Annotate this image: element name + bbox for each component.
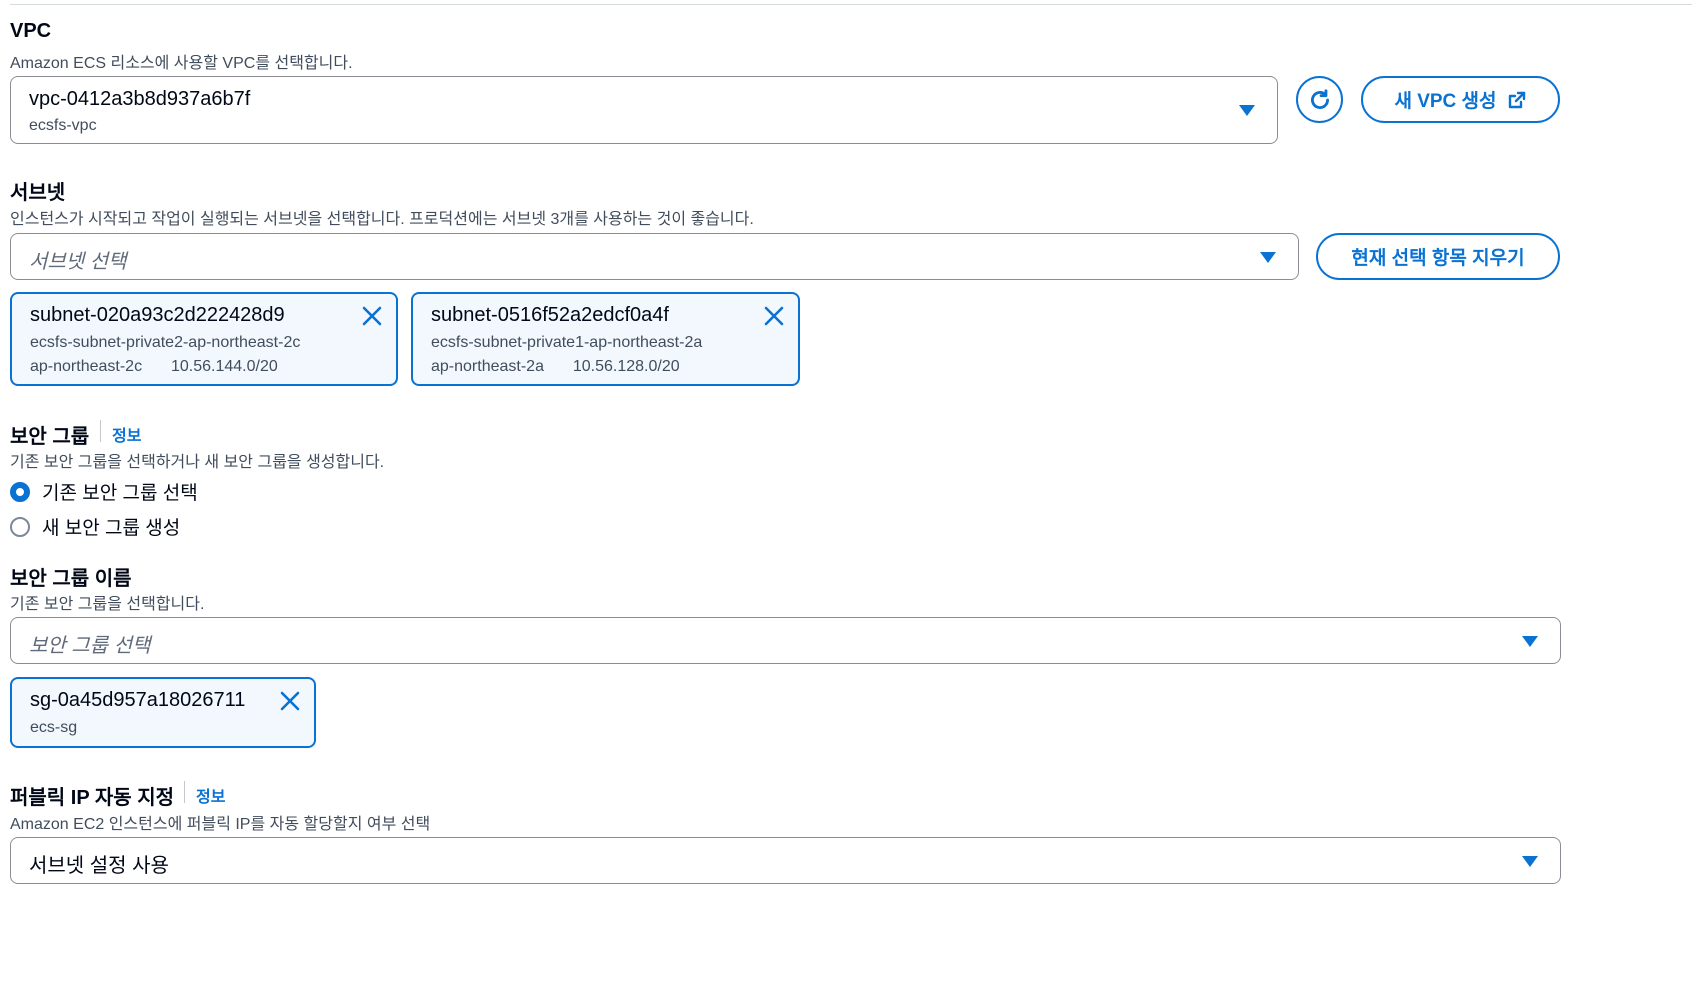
- security-group-name-description: 기존 보안 그룹을 선택합니다.: [10, 596, 205, 613]
- caret-down-icon: [1239, 105, 1255, 116]
- close-icon[interactable]: [360, 304, 384, 328]
- public-ip-info-link[interactable]: 정보: [196, 783, 225, 807]
- subnet-placeholder: 서브넷 선택: [29, 251, 127, 273]
- public-ip-select[interactable]: 서브넷 설정 사용: [10, 837, 1561, 884]
- subnet-token-az: ap-northeast-2c: [30, 358, 143, 375]
- security-group-description: 기존 보안 그룹을 선택하거나 새 보안 그룹을 생성합니다.: [10, 454, 385, 471]
- clear-selection-label: 현재 선택 항목 지우기: [1351, 248, 1525, 269]
- subnet-token-id: subnet-0516f52a2edcf0a4f: [431, 304, 669, 326]
- radio-new-security-group[interactable]: 새 보안 그룹 생성: [10, 513, 180, 540]
- subnet-token-cidr: 10.56.144.0/20: [170, 358, 278, 375]
- subnet-description: 인스턴스가 시작되고 작업이 실행되는 서브넷을 선택합니다. 프로덕션에는 서…: [10, 211, 754, 228]
- caret-down-icon: [1522, 856, 1538, 867]
- close-icon[interactable]: [278, 689, 302, 713]
- refresh-vpc-button[interactable]: [1296, 76, 1343, 123]
- security-group-info-link[interactable]: 정보: [112, 422, 141, 446]
- radio-label: 새 보안 그룹 생성: [42, 518, 181, 539]
- caret-down-icon: [1522, 636, 1538, 647]
- radio-label: 기존 보안 그룹 선택: [42, 483, 198, 504]
- external-link-icon: [1508, 91, 1525, 108]
- subnet-token-details: ap-northeast-2c 10.56.144.0/20: [30, 358, 278, 376]
- vpc-selected-id: vpc-0412a3b8d937a6b7f: [29, 88, 251, 110]
- vpc-selected-name: ecsfs-vpc: [29, 117, 97, 134]
- security-group-label: 보안 그룹: [10, 426, 90, 448]
- public-ip-label: 퍼블릭 IP 자동 지정: [10, 787, 175, 809]
- public-ip-description: Amazon EC2 인스턴스에 퍼블릭 IP를 자동 할당할지 여부 선택: [10, 816, 431, 833]
- top-divider: [10, 4, 1692, 5]
- subnet-token: subnet-020a93c2d222428d9 ecsfs-subnet-pr…: [10, 292, 398, 386]
- clear-selection-button[interactable]: 현재 선택 항목 지우기: [1316, 233, 1560, 280]
- close-icon[interactable]: [762, 304, 786, 328]
- subnet-token-details: ap-northeast-2a 10.56.128.0/20: [431, 358, 680, 376]
- refresh-icon: [1310, 88, 1329, 109]
- create-vpc-button[interactable]: 새 VPC 생성: [1361, 76, 1560, 123]
- security-group-token-name: ecs-sg: [30, 719, 78, 736]
- subnet-select[interactable]: 서브넷 선택: [10, 233, 1299, 280]
- subnet-label: 서브넷: [10, 182, 66, 204]
- security-group-name-label: 보안 그룹 이름: [10, 568, 132, 590]
- vpc-description: Amazon ECS 리소스에 사용할 VPC를 선택합니다.: [10, 55, 353, 72]
- subnet-token-name: ecsfs-subnet-private1-ap-northeast-2a: [431, 334, 703, 351]
- security-group-placeholder: 보안 그룹 선택: [29, 635, 151, 657]
- subnet-token-id: subnet-020a93c2d222428d9: [30, 304, 285, 326]
- radio-existing-security-group[interactable]: 기존 보안 그룹 선택: [10, 478, 198, 505]
- public-ip-selected: 서브넷 설정 사용: [29, 855, 169, 877]
- subnet-token-az: ap-northeast-2a: [431, 358, 544, 375]
- security-group-token: sg-0a45d957a18026711 ecs-sg: [10, 677, 316, 748]
- subnet-token-cidr: 10.56.128.0/20: [572, 358, 680, 375]
- vpc-label: VPC: [10, 20, 52, 42]
- subnet-token: subnet-0516f52a2edcf0a4f ecsfs-subnet-pr…: [411, 292, 800, 386]
- radio-unchecked-icon[interactable]: [10, 516, 30, 537]
- info-separator: [100, 420, 101, 442]
- radio-checked-icon[interactable]: [10, 481, 30, 502]
- subnet-token-name: ecsfs-subnet-private2-ap-northeast-2c: [30, 334, 301, 351]
- create-vpc-label: 새 VPC 생성: [1394, 91, 1497, 112]
- info-separator: [184, 781, 185, 803]
- caret-down-icon: [1260, 252, 1276, 263]
- security-group-token-id: sg-0a45d957a18026711: [30, 689, 246, 711]
- security-group-select[interactable]: 보안 그룹 선택: [10, 617, 1561, 664]
- vpc-select[interactable]: vpc-0412a3b8d937a6b7f ecsfs-vpc: [10, 76, 1278, 144]
